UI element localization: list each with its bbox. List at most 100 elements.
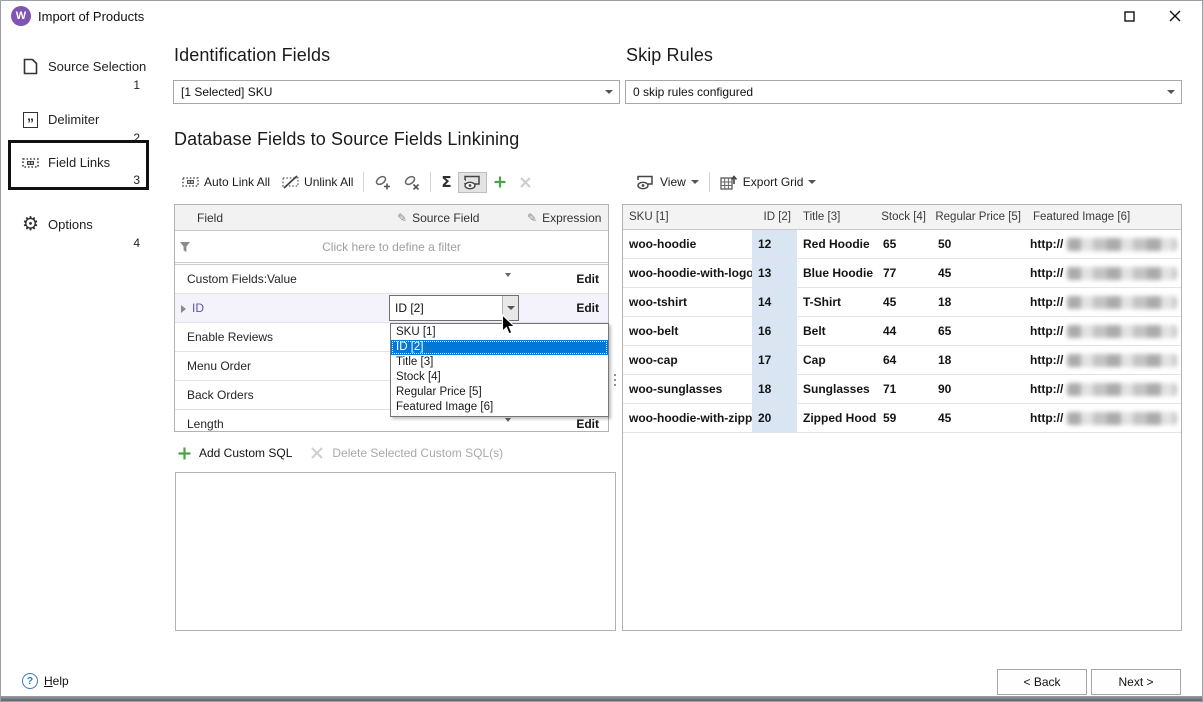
table-row[interactable]: woo-belt16Belt4465http:// bbox=[623, 317, 1181, 346]
caret-down-icon bbox=[808, 180, 816, 184]
source-field-value: ID [2] bbox=[390, 301, 502, 315]
table-cell: http:// bbox=[1027, 317, 1181, 345]
dropdown-option[interactable]: Featured Image [6] bbox=[391, 400, 608, 415]
column-header[interactable]: ID [2] bbox=[752, 205, 797, 229]
add-link-button[interactable] bbox=[368, 172, 397, 193]
export-grid-button[interactable]: Export Grid bbox=[714, 171, 823, 193]
table-cell: Sunglasses bbox=[797, 375, 877, 403]
table-row[interactable]: woo-hoodie-with-zipper20Zipped Hoodie594… bbox=[623, 404, 1181, 433]
table-cell: 45 bbox=[877, 288, 932, 316]
table-row[interactable]: woo-tshirt14T-Shirt4518http:// bbox=[623, 288, 1181, 317]
preview-toolbar: View Export Grid bbox=[630, 168, 822, 196]
table-row[interactable]: woo-sunglasses18Sunglasses7190http:// bbox=[623, 375, 1181, 404]
maximize-button[interactable] bbox=[1107, 1, 1151, 31]
table-row[interactable]: woo-hoodie-with-logo13Blue Hoodie7745htt… bbox=[623, 259, 1181, 288]
help-label: Help bbox=[44, 674, 69, 688]
field-name: ID bbox=[175, 301, 204, 315]
table-cell: http:// bbox=[1027, 288, 1181, 316]
table-cell: 64 bbox=[877, 346, 932, 374]
edit-expression-button[interactable]: Edit bbox=[576, 417, 599, 431]
column-header[interactable]: Regular Price [5] bbox=[932, 205, 1027, 229]
edit-expression-button[interactable]: Edit bbox=[576, 301, 599, 315]
table-cell: http:// bbox=[1027, 346, 1181, 374]
add-field-button[interactable] bbox=[487, 172, 513, 192]
column-header-expression[interactable]: ✎ Expression bbox=[527, 211, 601, 225]
table-row[interactable]: woo-hoodie12Red Hoodie6550http:// bbox=[623, 230, 1181, 259]
dropdown-option[interactable]: Title [3] bbox=[391, 355, 608, 370]
help-link[interactable]: ? Help bbox=[22, 673, 69, 689]
custom-sql-editor[interactable] bbox=[175, 472, 616, 631]
table-row[interactable]: woo-cap17Cap6418http:// bbox=[623, 346, 1181, 375]
dropdown-option[interactable]: SKU [1] bbox=[391, 325, 608, 340]
auto-link-all-button[interactable]: Auto Link All bbox=[176, 172, 276, 192]
table-cell: 12 bbox=[752, 230, 797, 258]
view-menu-button[interactable]: View bbox=[630, 172, 705, 193]
table-cell: woo-hoodie bbox=[623, 230, 752, 258]
pencil-icon: ✎ bbox=[527, 211, 537, 225]
url-prefix: http:// bbox=[1030, 237, 1063, 251]
chevron-down-icon[interactable] bbox=[505, 277, 511, 291]
source-field-combo[interactable]: ID [2] bbox=[389, 295, 519, 321]
auto-link-icon bbox=[182, 175, 199, 189]
table-cell: 14 bbox=[752, 288, 797, 316]
identification-fields-dropdown[interactable]: [1 Selected] SKU bbox=[173, 80, 620, 104]
add-custom-sql-button[interactable]: Add Custom SQL bbox=[199, 446, 292, 460]
preview-grid-header: SKU [1]ID [2]Title [3]Stock [4]Regular P… bbox=[623, 205, 1181, 230]
identification-fields-heading: Identification Fields bbox=[174, 45, 330, 66]
table-cell: 65 bbox=[877, 230, 932, 258]
table-cell: Red Hoodie bbox=[797, 230, 877, 258]
table-cell: Cap bbox=[797, 346, 877, 374]
unlink-all-button[interactable]: Unlink All bbox=[276, 172, 359, 192]
table-cell: T-Shirt bbox=[797, 288, 877, 316]
table-cell: http:// bbox=[1027, 404, 1181, 432]
skip-rules-dropdown[interactable]: 0 skip rules configured bbox=[625, 80, 1182, 104]
preview-toggle-button[interactable] bbox=[458, 172, 487, 193]
table-cell: Blue Hoodie bbox=[797, 259, 877, 287]
edit-expression-button[interactable]: Edit bbox=[576, 272, 599, 286]
dropdown-option[interactable]: Stock [4] bbox=[391, 370, 608, 385]
close-button[interactable] bbox=[1153, 1, 1197, 31]
dropdown-option[interactable]: ID [2] bbox=[391, 340, 608, 355]
field-name: Menu Order bbox=[175, 359, 251, 373]
table-cell: woo-hoodie-with-zipper bbox=[623, 404, 752, 432]
sidebar-item-options[interactable]: ⚙ Options 4 bbox=[8, 203, 149, 253]
table-cell: 18 bbox=[932, 346, 1027, 374]
column-header[interactable]: Title [3] bbox=[797, 205, 877, 229]
filter-row[interactable]: Click here to define a filter bbox=[175, 231, 608, 265]
table-cell: http:// bbox=[1027, 259, 1181, 287]
next-button[interactable]: Next > bbox=[1091, 669, 1181, 695]
field-row-id-selected[interactable]: ID ID [2] Edit bbox=[175, 294, 608, 323]
unlink-icon bbox=[282, 175, 299, 189]
table-cell: 59 bbox=[877, 404, 932, 432]
url-prefix: http:// bbox=[1030, 266, 1063, 280]
dropdown-option[interactable]: Regular Price [5] bbox=[391, 385, 608, 400]
back-button[interactable]: < Back bbox=[997, 669, 1087, 695]
table-cell: 50 bbox=[932, 230, 1027, 258]
quote-glyph: ” bbox=[27, 119, 34, 127]
row-focus-arrow-icon bbox=[181, 305, 186, 313]
column-header[interactable]: Featured Image [6] bbox=[1027, 205, 1181, 229]
expression-sigma-button[interactable]: Σ bbox=[435, 170, 457, 194]
skip-rules-value: 0 skip rules configured bbox=[626, 85, 1161, 99]
delete-x-icon bbox=[519, 176, 532, 189]
column-header[interactable]: SKU [1] bbox=[623, 205, 752, 229]
delete-field-button-disabled[interactable] bbox=[513, 173, 538, 192]
field-row-custom-fields-value[interactable]: Custom Fields:Value Edit bbox=[175, 265, 608, 294]
mouse-cursor bbox=[501, 314, 520, 341]
column-header[interactable]: Stock [4] bbox=[877, 205, 932, 229]
sidebar-item-field-links[interactable]: Field Links 3 bbox=[8, 140, 149, 190]
delete-custom-sql-button-disabled[interactable]: Delete Selected Custom SQL(s) bbox=[332, 446, 503, 460]
sidebar-item-label: Delimiter bbox=[48, 112, 99, 127]
table-cell: 65 bbox=[932, 317, 1027, 345]
remove-link-button[interactable] bbox=[397, 172, 426, 193]
view-label: View bbox=[660, 175, 686, 189]
field-linking-heading: Database Fields to Source Fields Linkini… bbox=[174, 129, 519, 150]
sidebar-item-source-selection[interactable]: Source Selection 1 bbox=[8, 45, 149, 95]
field-name: Back Orders bbox=[175, 388, 254, 402]
import-products-window: W Import of Products Source Selection 1 … bbox=[0, 0, 1203, 702]
chevron-down-icon[interactable] bbox=[505, 422, 511, 432]
column-header-source-field[interactable]: ✎ Source Field bbox=[397, 211, 479, 225]
column-header-field[interactable]: Field bbox=[197, 211, 223, 225]
sidebar-item-label: Field Links bbox=[48, 155, 110, 170]
sidebar-item-label: Source Selection bbox=[48, 59, 146, 74]
